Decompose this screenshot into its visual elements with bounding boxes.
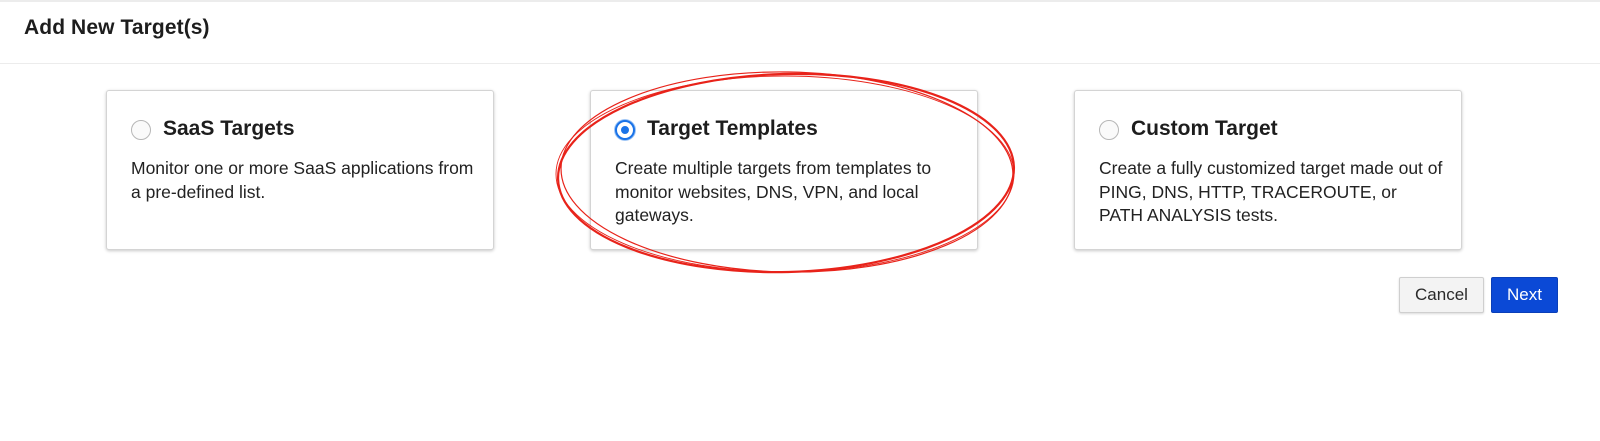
custom-target-radio[interactable] — [1099, 120, 1119, 140]
option-card-custom-target[interactable]: Custom Target Create a fully customized … — [1074, 90, 1462, 250]
page-title: Add New Target(s) — [24, 16, 210, 39]
option-title: Target Templates — [647, 117, 818, 140]
page-header: Add New Target(s) — [0, 2, 1600, 64]
option-description: Monitor one or more SaaS applications fr… — [131, 158, 474, 202]
option-title: SaaS Targets — [163, 117, 295, 140]
target-templates-radio[interactable] — [615, 120, 635, 140]
saas-targets-radio[interactable] — [131, 120, 151, 140]
option-title: Custom Target — [1131, 117, 1278, 140]
option-description: Create multiple targets from templates t… — [615, 158, 932, 225]
option-description: Create a fully customized target made ou… — [1099, 158, 1443, 225]
option-card-target-templates[interactable]: Target Templates Create multiple targets… — [590, 90, 978, 250]
cancel-button[interactable]: Cancel — [1399, 277, 1484, 313]
option-card-saas-targets[interactable]: SaaS Targets Monitor one or more SaaS ap… — [106, 90, 494, 250]
next-button[interactable]: Next — [1491, 277, 1558, 313]
